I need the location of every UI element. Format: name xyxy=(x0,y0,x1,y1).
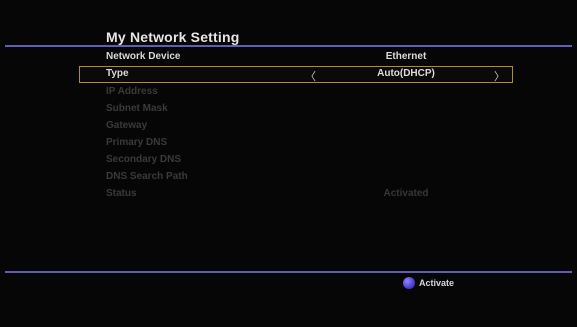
row-type[interactable]: Type 〈 Auto(DHCP) 〉 xyxy=(79,66,513,83)
blue-dot-icon xyxy=(403,277,415,289)
gateway-label: Gateway xyxy=(106,120,148,131)
ip-address-label: IP Address xyxy=(106,86,158,97)
row-secondary-dns: Secondary DNS xyxy=(79,152,513,169)
subnet-mask-label: Subnet Mask xyxy=(106,103,168,114)
secondary-dns-label: Secondary DNS xyxy=(106,154,182,165)
activate-button[interactable]: Activate xyxy=(403,276,454,290)
chevron-left-icon[interactable]: 〈 xyxy=(305,68,316,84)
activate-label: Activate xyxy=(419,278,455,288)
row-primary-dns: Primary DNS xyxy=(79,135,513,152)
page-title: My Network Setting xyxy=(106,29,240,45)
top-divider xyxy=(5,45,572,47)
chevron-right-icon[interactable]: 〉 xyxy=(494,68,505,84)
row-gateway: Gateway xyxy=(79,118,513,135)
status-value: Activated xyxy=(383,188,429,199)
row-subnet-mask: Subnet Mask xyxy=(79,101,513,118)
row-network-device[interactable]: Network Device Ethernet xyxy=(79,49,513,66)
status-label: Status xyxy=(106,188,137,199)
primary-dns-label: Primary DNS xyxy=(106,137,168,148)
row-status: Status Activated xyxy=(79,186,513,203)
dns-search-path-label: DNS Search Path xyxy=(106,171,188,182)
bottom-divider xyxy=(5,271,572,273)
network-setting-screen: My Network Setting Network Device Ethern… xyxy=(0,0,577,327)
network-device-label: Network Device xyxy=(106,51,181,62)
row-dns-search-path: DNS Search Path xyxy=(79,169,513,186)
network-device-value: Ethernet xyxy=(385,51,427,62)
type-label: Type xyxy=(106,68,129,79)
type-value: Auto(DHCP) xyxy=(377,68,435,79)
row-ip-address: IP Address xyxy=(79,84,513,101)
